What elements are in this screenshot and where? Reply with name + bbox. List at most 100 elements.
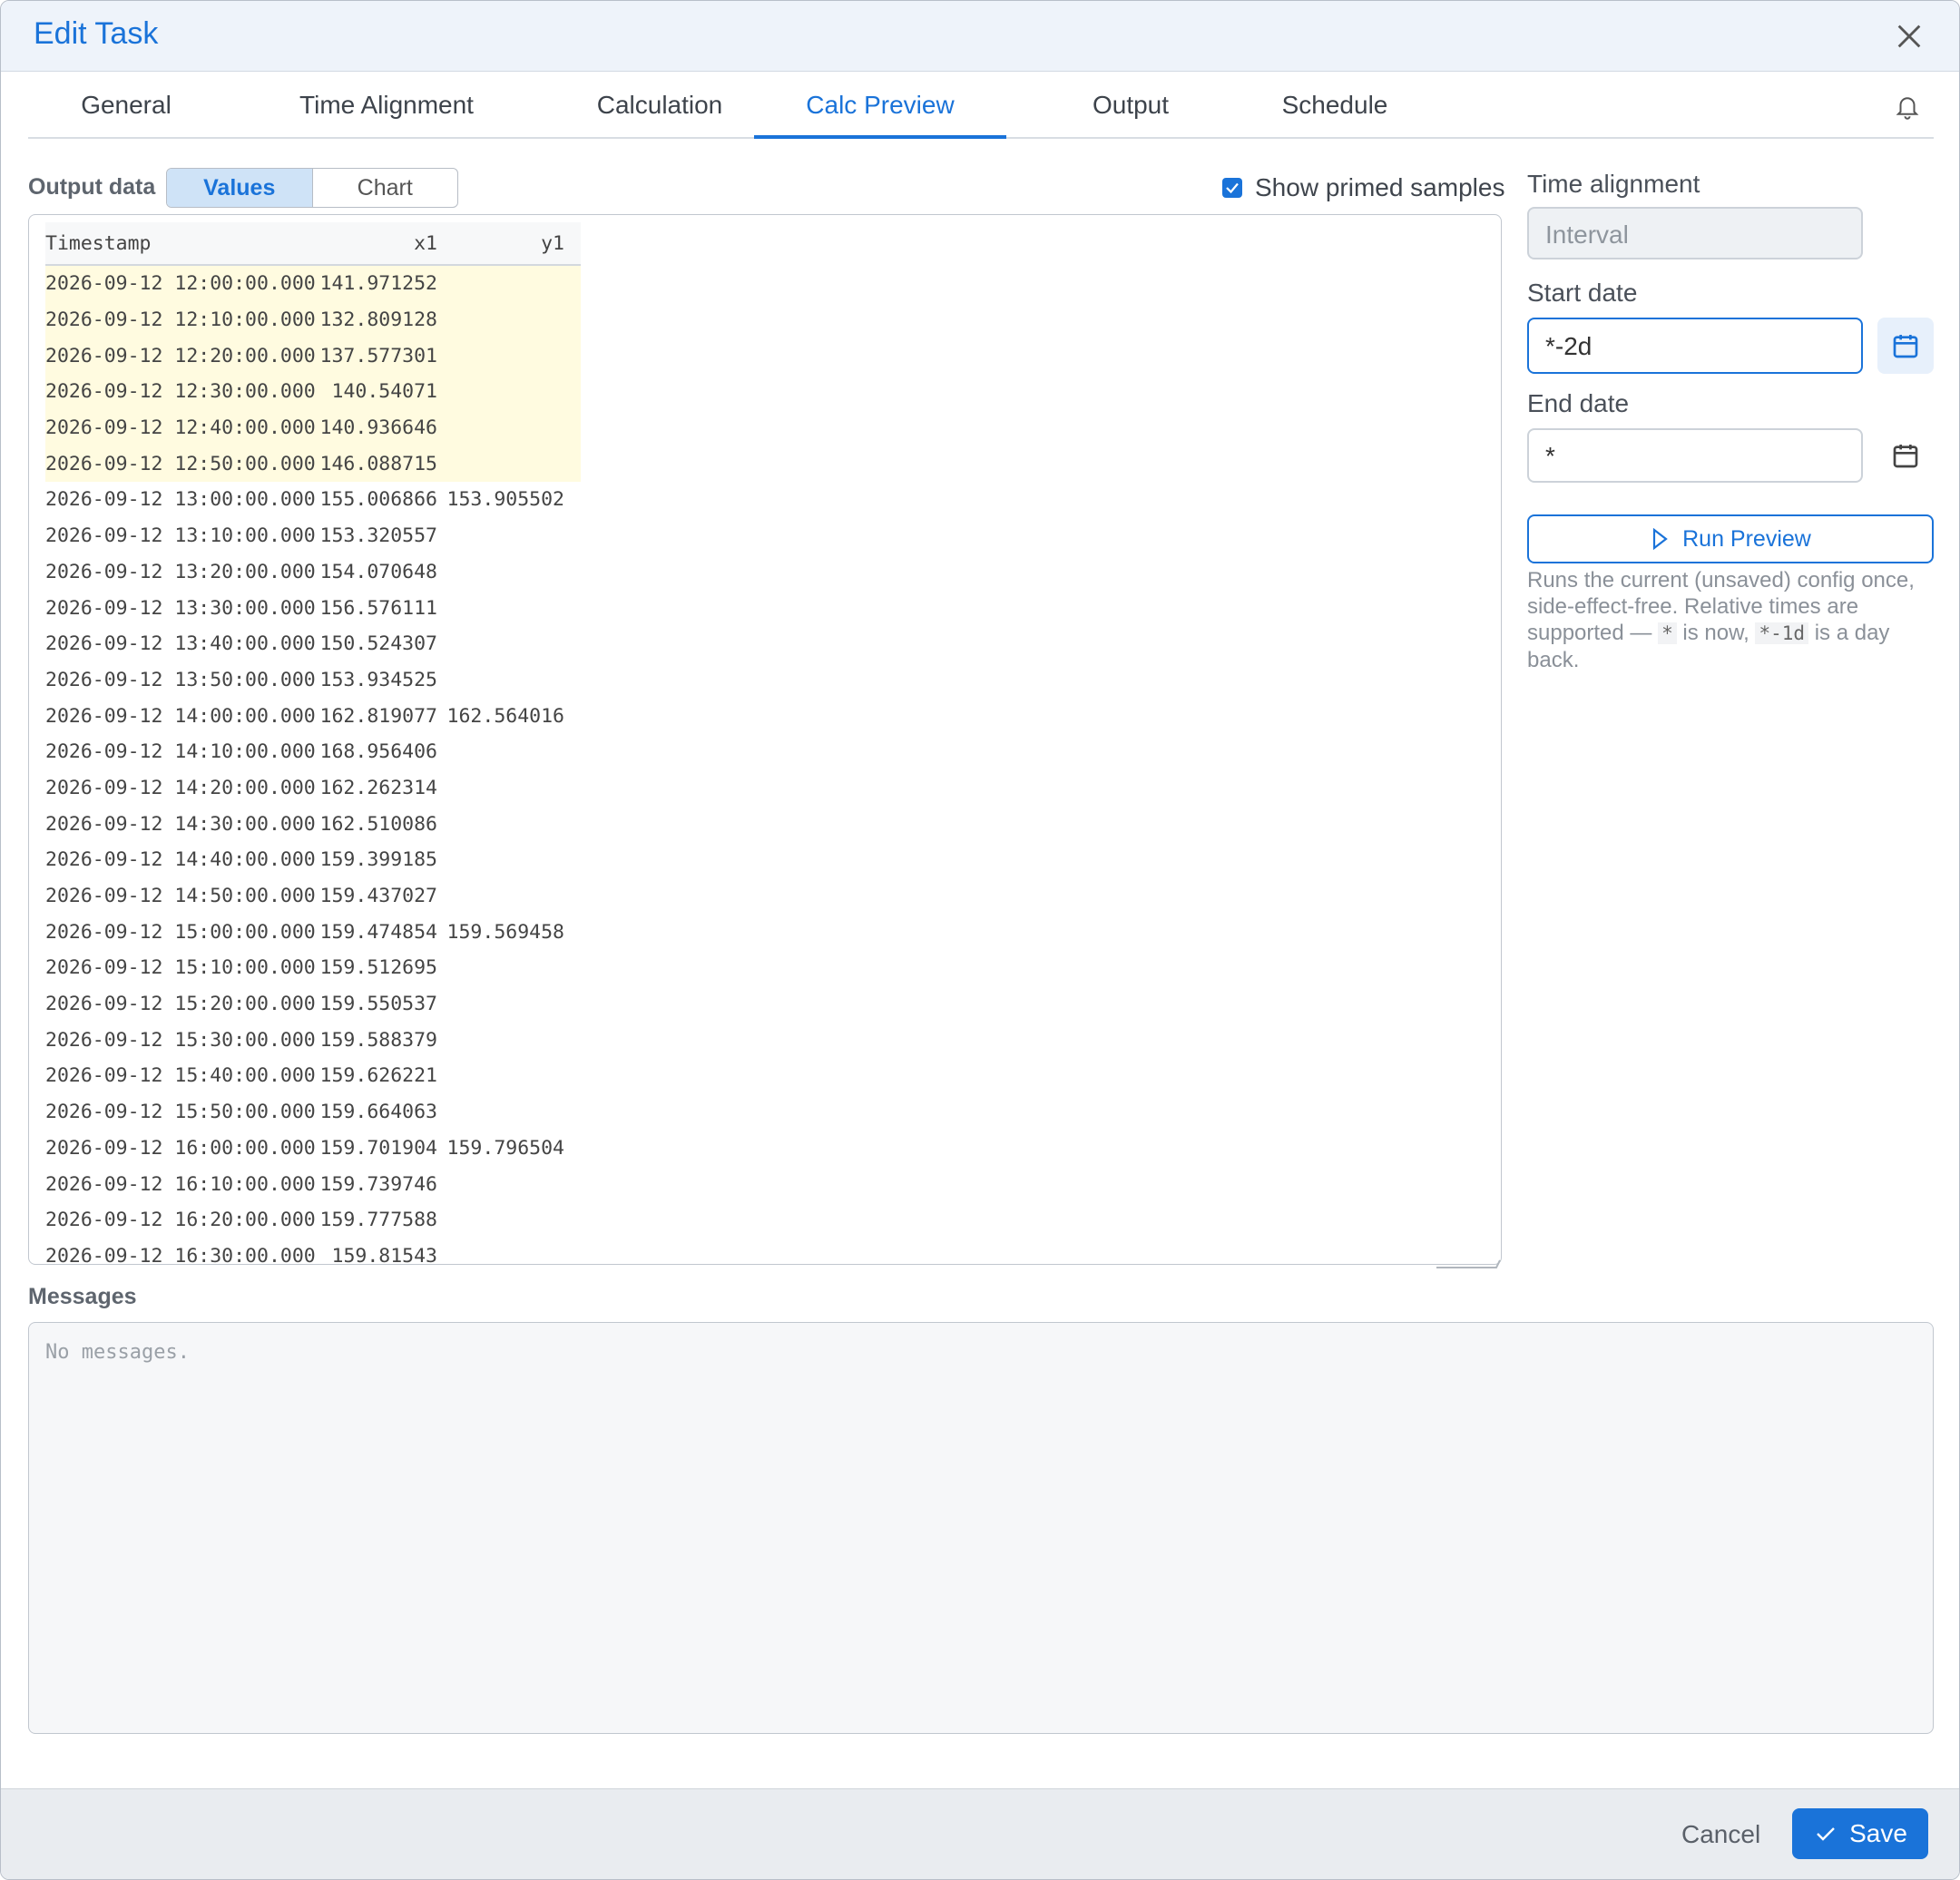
- tab-bar: General Time Alignment Calculation Calc …: [28, 73, 1934, 139]
- cell-y1: [445, 518, 581, 554]
- tab-calculation[interactable]: Calculation: [571, 73, 749, 137]
- cell-x1: 137.577301: [318, 338, 445, 375]
- view-toggle: Values Chart: [166, 168, 458, 208]
- save-button[interactable]: Save: [1792, 1808, 1928, 1859]
- table-header-row: Timestamp x1 y1: [45, 222, 581, 266]
- cell-timestamp: 2026-09-12 15:40:00.000: [45, 1064, 316, 1088]
- cell-y1: [445, 842, 581, 878]
- values-view-button[interactable]: Values: [167, 169, 313, 207]
- chart-view-button[interactable]: Chart: [313, 169, 458, 207]
- cell-timestamp: 2026-09-12 15:20:00.000: [45, 993, 316, 1016]
- tab-schedule[interactable]: Schedule: [1244, 73, 1426, 137]
- cell-y1: [445, 338, 581, 375]
- cell-timestamp: 2026-09-12 14:00:00.000: [45, 704, 316, 728]
- end-date-label: End date: [1527, 389, 1630, 417]
- cell-timestamp: 2026-09-12 16:30:00.000: [45, 1244, 316, 1265]
- time-alignment-label: Time alignment: [1527, 170, 1700, 198]
- cell-timestamp: 2026-09-12 16:10:00.000: [45, 1172, 316, 1196]
- cell-y1: [445, 986, 581, 1023]
- cell-timestamp: 2026-09-12 14:20:00.000: [45, 776, 316, 799]
- table-row: 2026-09-12 14:50:00.000 159.437027: [45, 878, 581, 915]
- cell-y1: [445, 734, 581, 770]
- cell-y1: [445, 626, 581, 662]
- cell-x1: 153.320557: [319, 524, 437, 548]
- cell-x1: 159.437027: [319, 885, 437, 908]
- cell-x1: 155.006866: [319, 488, 437, 512]
- column-header-timestamp: Timestamp: [45, 222, 318, 266]
- tab-time-alignment[interactable]: Time Alignment: [273, 73, 500, 137]
- table-row: 2026-09-12 12:10:00.000 132.809128: [45, 301, 581, 338]
- cell-x1: 153.934525: [319, 668, 437, 691]
- cell-y1: [445, 301, 581, 338]
- end-date-calendar-button[interactable]: [1877, 427, 1934, 484]
- cell-x1: 154.070648: [319, 560, 437, 583]
- cancel-button[interactable]: Cancel: [1681, 1820, 1760, 1849]
- preview-help-text: Runs the current (unsaved) config once, …: [1527, 567, 1936, 673]
- cell-y1: [445, 1166, 581, 1202]
- cell-x1: 141.971252: [318, 265, 445, 302]
- table-row: 2026-09-12 16:20:00.000 159.777588: [45, 1202, 581, 1239]
- cell-timestamp: 2026-09-12 13:10:00.000: [45, 524, 316, 548]
- messages-box[interactable]: No messages.: [28, 1322, 1934, 1734]
- end-date-input[interactable]: *: [1527, 428, 1863, 483]
- cell-y1: 162.564016: [446, 704, 564, 728]
- table-row: 2026-09-12 12:20:00.000 137.577301: [45, 338, 581, 375]
- tab-calc-preview[interactable]: Calc Preview: [754, 73, 1006, 139]
- table-row: 2026-09-12 16:10:00.000 159.739746: [45, 1166, 581, 1202]
- table-row: 2026-09-12 16:00:00.000 159.701904 159.796…: [45, 1131, 581, 1167]
- column-header-x1: x1: [318, 222, 445, 266]
- close-icon[interactable]: [1894, 21, 1925, 52]
- run-preview-button[interactable]: Run Preview: [1527, 514, 1934, 563]
- table-row: 2026-09-12 12:40:00.000 140.936646: [45, 409, 581, 446]
- cell-timestamp: 2026-09-12 15:10:00.000: [45, 956, 316, 980]
- show-primed-toggle[interactable]: Show primed samples: [1222, 170, 1504, 206]
- bell-icon[interactable]: [1894, 93, 1921, 120]
- cell-timestamp: 2026-09-12 12:40:00.000: [45, 409, 318, 446]
- cell-y1: [445, 662, 581, 699]
- save-label: Save: [1849, 1819, 1907, 1847]
- tab-general[interactable]: General: [63, 73, 190, 137]
- table-row: 2026-09-12 13:50:00.000 153.934525: [45, 662, 581, 699]
- calendar-icon: [1893, 445, 1918, 468]
- output-values-table[interactable]: Timestamp x1 y1 2026-09-12 12:00:00.000 1…: [28, 214, 1502, 1265]
- cell-y1: [445, 590, 581, 626]
- table-row: 2026-09-12 13:30:00.000 156.576111: [45, 590, 581, 626]
- table-row: 2026-09-12 14:40:00.000 159.399185: [45, 842, 581, 878]
- help-text-part: is now,: [1676, 621, 1756, 645]
- table-row: 2026-09-12 14:00:00.000 162.819077 162.564…: [45, 698, 581, 734]
- cell-x1: 168.956406: [319, 740, 437, 764]
- cell-x1: 140.936646: [318, 409, 445, 446]
- cell-y1: [445, 1022, 581, 1058]
- cell-y1: [445, 806, 581, 842]
- table-row: 2026-09-12 14:30:00.000 162.510086: [45, 806, 581, 842]
- cell-timestamp: 2026-09-12 13:40:00.000: [45, 632, 316, 656]
- table-row: 2026-09-12 13:00:00.000 155.006866 153.905…: [45, 482, 581, 518]
- start-date-calendar-button[interactable]: [1877, 318, 1934, 374]
- cell-timestamp: 2026-09-12 15:30:00.000: [45, 1028, 316, 1052]
- table-row: 2026-09-12 15:10:00.000 159.512695: [45, 950, 581, 986]
- cell-x1: 159.474854: [319, 920, 437, 944]
- cell-x1: 159.664063: [319, 1101, 437, 1124]
- cell-x1: 159.701904: [319, 1136, 437, 1160]
- play-icon: [1653, 528, 1668, 550]
- tab-output[interactable]: Output: [1063, 73, 1199, 137]
- help-code-now: *: [1658, 622, 1677, 644]
- cell-timestamp: 2026-09-12 12:50:00.000: [45, 446, 318, 483]
- cell-x1: 159.550537: [319, 993, 437, 1016]
- help-code-day-back: *-1d: [1755, 622, 1809, 644]
- dialog-titlebar: Edit Task: [1, 1, 1959, 72]
- cell-timestamp: 2026-09-12 12:00:00.000: [45, 265, 318, 302]
- show-primed-checkbox[interactable]: [1222, 178, 1242, 198]
- cell-x1: 156.576111: [319, 596, 437, 620]
- cell-x1: 150.524307: [319, 632, 437, 656]
- cell-timestamp: 2026-09-12 14:10:00.000: [45, 740, 316, 764]
- messages-label: Messages: [28, 1284, 137, 1309]
- cell-y1: [445, 1094, 581, 1131]
- cell-timestamp: 2026-09-12 15:50:00.000: [45, 1101, 316, 1124]
- resize-handle-icon[interactable]: [1436, 1257, 1502, 1269]
- cell-timestamp: 2026-09-12 16:00:00.000: [45, 1136, 316, 1160]
- cell-y1: [445, 265, 581, 302]
- cell-y1: [445, 770, 581, 807]
- start-date-input[interactable]: *-2d: [1527, 318, 1863, 374]
- cell-y1: 159.796504: [446, 1136, 564, 1160]
